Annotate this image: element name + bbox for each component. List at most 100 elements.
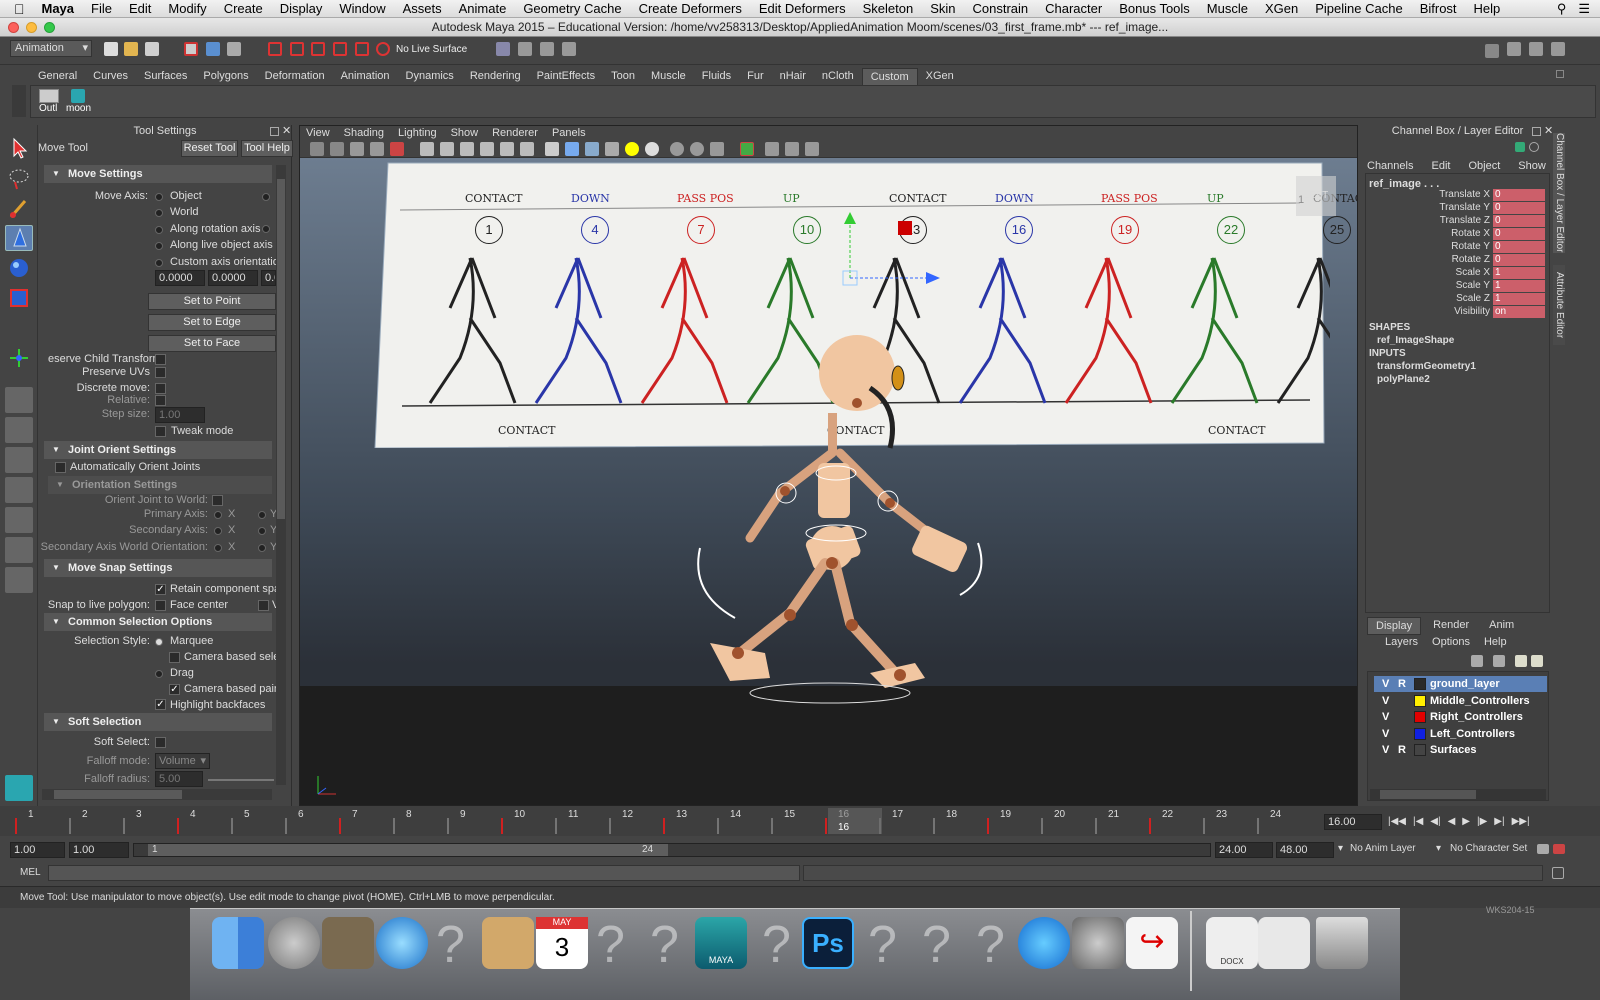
step-forward-frame-icon[interactable]: ▶| (1494, 816, 1504, 827)
preserve-child-checkbox[interactable] (155, 354, 166, 365)
set-to-edge-button[interactable]: Set to Edge (148, 314, 276, 331)
layer-row[interactable]: V Right_Controllers (1374, 709, 1547, 725)
shelf-tab-muscle[interactable]: Muscle (643, 68, 694, 85)
apple-icon[interactable]:  (14, 1, 25, 17)
app-store-dock-icon[interactable] (1018, 917, 1070, 969)
primary-axis-x-radio[interactable] (214, 511, 222, 519)
render-settings-icon[interactable] (562, 42, 576, 56)
layer-name[interactable]: Middle_Controllers (1430, 693, 1530, 709)
snap-point-icon[interactable] (311, 42, 325, 56)
go-to-end-icon[interactable]: ▶▶| (1512, 816, 1530, 827)
trash-dock-icon[interactable] (1316, 917, 1368, 969)
custom-axis-y-field[interactable]: 0.0000 (208, 270, 258, 286)
photoshop-dock-icon[interactable]: Ps (802, 917, 854, 969)
anim-layer-dropdown-icon[interactable]: ▾ (1338, 843, 1343, 854)
layer-color-swatch[interactable] (1414, 727, 1426, 740)
app-menu[interactable]: Maya (42, 1, 75, 16)
orientation-settings-header[interactable]: Orientation Settings (48, 476, 272, 494)
graph-layout-icon[interactable] (5, 477, 33, 503)
shelf-tab-surfaces[interactable]: Surfaces (136, 68, 195, 85)
close-channel-icon[interactable]: ✕ (1544, 124, 1553, 137)
finder-dock-icon[interactable] (212, 917, 264, 969)
close-panel-icon[interactable]: ✕ (282, 124, 291, 137)
highlight-backfaces-checkbox[interactable]: ✓ (155, 699, 166, 710)
viewport-scene[interactable]: CONTACT 1 DOWN 4 PASS POS 7 UP 10 CONTACT 13 DOWN 1… (300, 158, 1357, 805)
channel-menu-object[interactable]: Object (1468, 160, 1500, 172)
range-track[interactable]: 1 24 (133, 843, 1211, 857)
snap-plane-icon[interactable] (333, 42, 347, 56)
viewport-menu-shading[interactable]: Shading (344, 126, 384, 140)
channel-filter-icon[interactable] (1529, 142, 1539, 152)
shelf-tab-animation[interactable]: Animation (333, 68, 398, 85)
select-object-icon[interactable] (206, 42, 220, 56)
custom-axis-x-field[interactable]: 0.0000 (155, 270, 205, 286)
layer-color-swatch[interactable] (1414, 678, 1426, 690)
film-gate-icon[interactable] (440, 142, 454, 156)
side-tab-channel-box[interactable]: Channel Box / Layer Editor (1553, 133, 1565, 253)
layer-color-swatch[interactable] (1414, 694, 1426, 707)
unknown-app-icon-5[interactable]: ? (868, 915, 897, 975)
document-dock-icon[interactable] (1258, 917, 1310, 969)
moon-shelf-label[interactable]: moon (66, 103, 91, 114)
menu-skeleton[interactable]: Skeleton (863, 1, 914, 16)
single-view-layout-icon[interactable] (5, 387, 33, 413)
wireframe-icon[interactable] (545, 142, 559, 156)
unknown-app-icon-3[interactable]: ? (650, 915, 679, 975)
menu-set-dropdown[interactable]: Animation ▾ (10, 40, 92, 57)
menu-create[interactable]: Create (224, 1, 263, 16)
layer-tab-display[interactable]: Display (1367, 617, 1422, 635)
move-settings-header[interactable]: Move Settings (44, 165, 272, 183)
save-scene-icon[interactable] (145, 42, 159, 56)
image-plane-icon[interactable] (370, 142, 384, 156)
snap-curve-icon[interactable] (290, 42, 304, 56)
render-view-icon[interactable] (496, 42, 510, 56)
tool-help-button[interactable]: Tool Help (241, 140, 293, 157)
shelf-tab-deformation[interactable]: Deformation (257, 68, 333, 85)
render-icon[interactable] (518, 42, 532, 56)
joint-orient-header[interactable]: Joint Orient Settings (44, 441, 272, 459)
shelf-tab-fur[interactable]: Fur (739, 68, 772, 85)
unknown-app-icon-2[interactable]: ? (596, 915, 625, 975)
move-tool-icon[interactable] (5, 225, 33, 251)
reset-tool-button[interactable]: Reset Tool (181, 140, 238, 157)
secondary-world-y-radio[interactable] (258, 544, 266, 552)
start-time-field[interactable]: 1.00 (10, 842, 65, 858)
maya-dock-icon[interactable]: MAYA (695, 917, 747, 969)
launchpad-dock-icon[interactable] (268, 917, 320, 969)
viewport-menu-show[interactable]: Show (451, 126, 479, 140)
bookmark-icon[interactable] (350, 142, 364, 156)
layer-visibility-toggle[interactable]: V (1382, 742, 1389, 758)
gate-mask-icon[interactable] (480, 142, 494, 156)
xray-icon[interactable] (765, 142, 779, 156)
layer-reference-toggle[interactable]: R (1398, 676, 1406, 692)
manipulator-tool-icon[interactable] (5, 345, 33, 371)
motion-blur-icon[interactable] (690, 142, 704, 156)
view-cube-left[interactable]: LEFT (1296, 176, 1336, 216)
new-layer-icon[interactable] (1471, 655, 1483, 667)
step-back-key-icon[interactable]: ◀| (1430, 816, 1440, 827)
mel-input[interactable] (48, 865, 800, 881)
docx-dock-icon[interactable]: DOCX (1206, 917, 1258, 969)
script-editor-icon[interactable] (1552, 867, 1564, 879)
custom-axis-z-field[interactable]: 0.0 (261, 270, 276, 286)
play-forwards-icon[interactable]: ▶ (1462, 816, 1470, 827)
range-handle[interactable]: 1 24 (148, 844, 668, 856)
layer-reference-toggle[interactable]: R (1398, 742, 1406, 758)
step-size-field[interactable]: 1.00 (155, 407, 205, 423)
ambient-occlusion-icon[interactable] (670, 142, 684, 156)
search-icon[interactable]: ⚲ (1557, 1, 1567, 17)
orient-world-checkbox[interactable] (212, 495, 223, 506)
shelf-tab-painteffects[interactable]: PaintEffects (529, 68, 604, 85)
acrobat-dock-icon[interactable]: ↪ (1126, 917, 1178, 969)
mel-label[interactable]: MEL (20, 867, 41, 878)
menu-bifrost[interactable]: Bifrost (1420, 1, 1457, 16)
layout-icon[interactable] (1485, 44, 1499, 58)
menu-display[interactable]: Display (280, 1, 323, 16)
system-preferences-dock-icon[interactable] (1072, 917, 1124, 969)
soft-selection-header[interactable]: Soft Selection (44, 713, 272, 731)
layer-visibility-toggle[interactable]: V (1382, 676, 1389, 692)
layer-hscrollbar[interactable] (1370, 789, 1546, 800)
layer-name[interactable]: Left_Controllers (1430, 726, 1515, 742)
field-chart-icon[interactable] (500, 142, 514, 156)
outliner-layout-icon[interactable] (5, 447, 33, 473)
